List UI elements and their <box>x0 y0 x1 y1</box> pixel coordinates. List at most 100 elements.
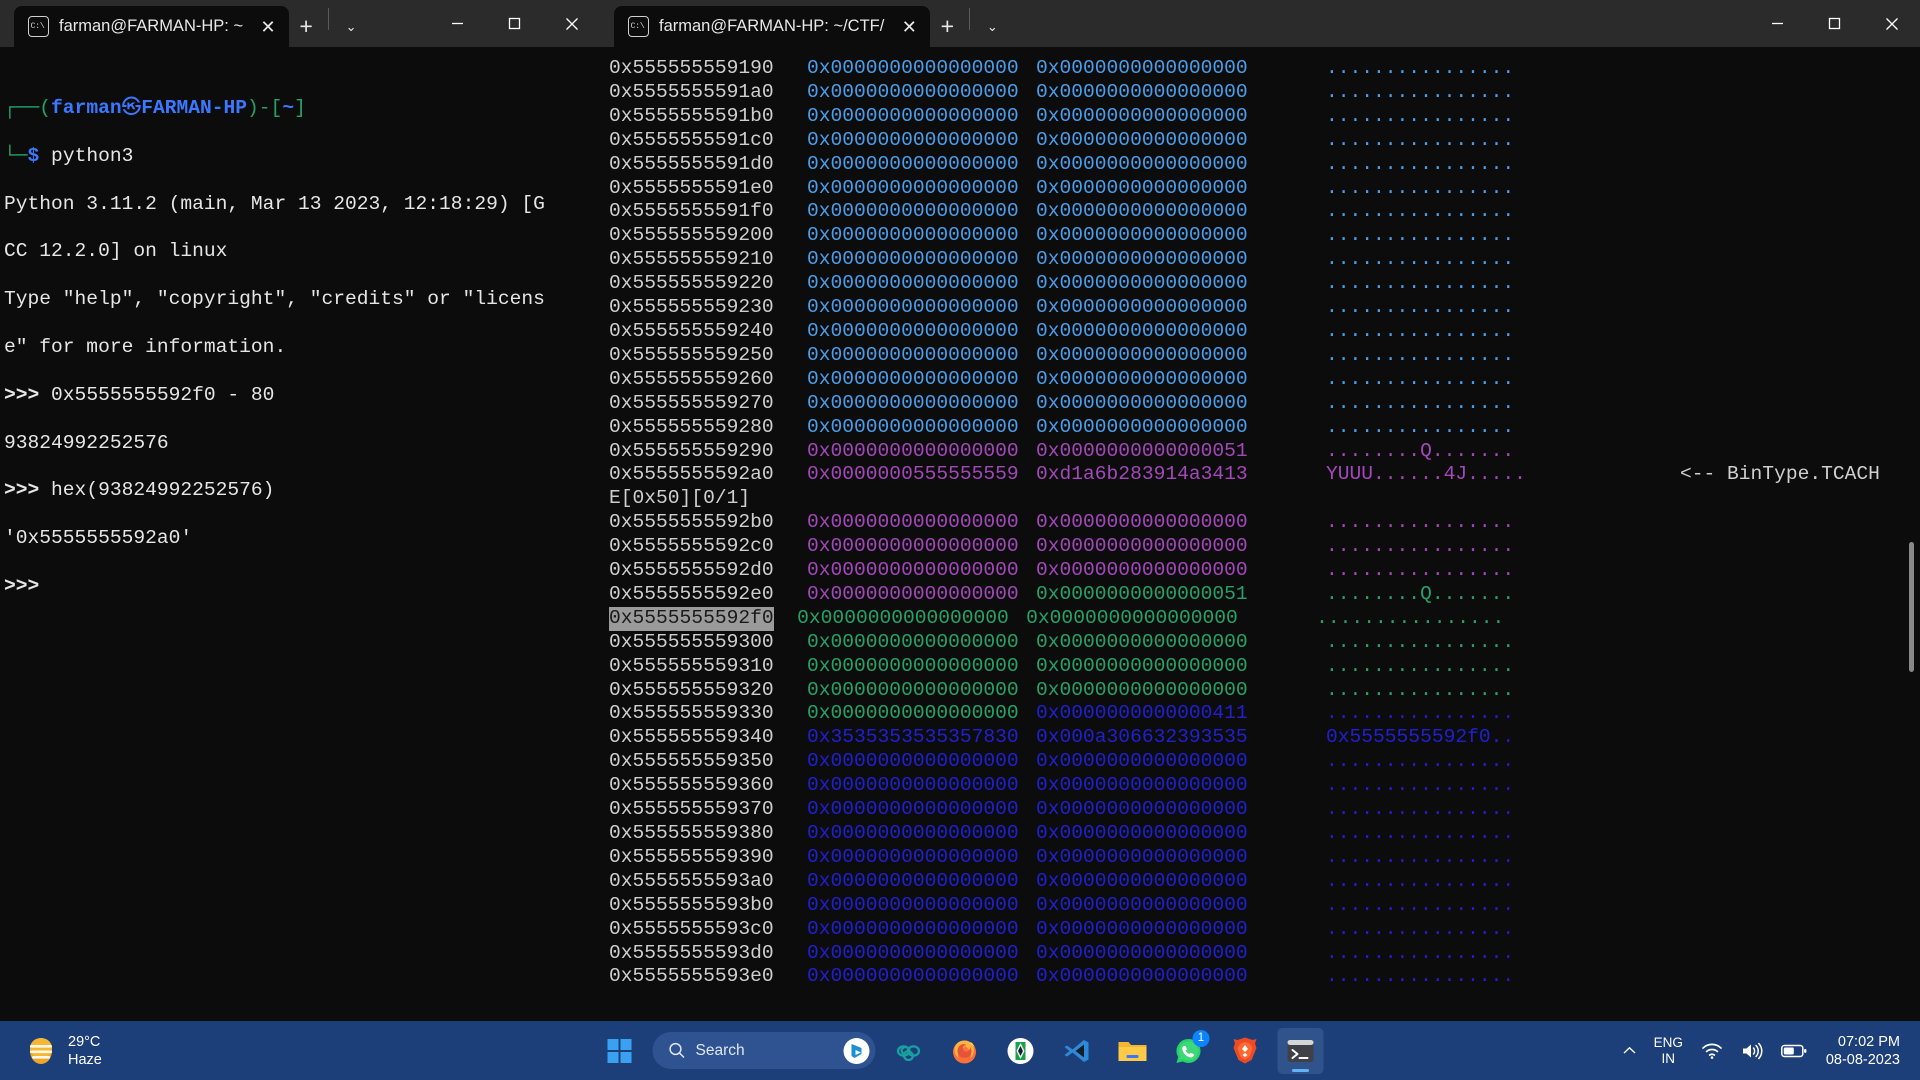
terminal-profile-icon <box>28 16 49 37</box>
tab-dropdown-icon[interactable]: ⌄ <box>975 6 1009 47</box>
right-titlebar[interactable]: farman@FARMAN-HP: ~/CTF/ ✕ + ⌄ <box>600 0 1920 47</box>
hexdump-row: 0x5555555591b0 0x0000000000000000 0x000000… <box>609 105 1920 129</box>
hexdump-row: 0x555555559300 0x0000000000000000 0x000000… <box>609 631 1920 655</box>
bing-chat-icon[interactable] <box>843 1037 870 1064</box>
hexdump-address: 0x555555559290 <box>609 439 774 462</box>
hexdump-address: 0x5555555591e0 <box>609 176 774 199</box>
terminal-scrollbar[interactable] <box>1906 47 1918 1021</box>
hexdump-word-1: 0x0000000000000000 <box>807 654 1019 677</box>
hexdump-address: 0x555555559370 <box>609 798 774 821</box>
clock-time: 07:02 PM <box>1837 1033 1900 1050</box>
anydesk-icon[interactable] <box>998 1028 1044 1074</box>
wifi-button[interactable] <box>1692 1021 1732 1080</box>
tab-dropdown-icon[interactable]: ⌄ <box>334 6 368 47</box>
prompt-bracket-mid: )-[ <box>247 96 283 119</box>
hexdump-word-2: 0x0000000000000000 <box>1036 319 1248 342</box>
language-region: IN <box>1661 1050 1675 1066</box>
hexdump-word-1: 0x0000000000000000 <box>807 822 1019 844</box>
hexdump-address: 0x5555555593e0 <box>609 965 774 988</box>
battery-button[interactable] <box>1772 1021 1816 1080</box>
hexdump-ascii: 0x5555555592f0.. <box>1326 726 1515 749</box>
left-terminal-body[interactable]: ┌──(farman㉿FARMAN-HP)-[~] └─$ python3 Py… <box>0 47 600 1021</box>
hexdump-ascii: ................ <box>1326 176 1515 199</box>
file-explorer-icon[interactable] <box>1110 1028 1156 1074</box>
hexdump-word-2: 0x0000000000000000 <box>1036 248 1248 271</box>
hexdump-word-1: 0x0000000000000000 <box>807 57 1019 79</box>
hexdump-row: 0x555555559340 0x3535353535357830 0x000a30… <box>609 726 1920 750</box>
hexdump-ascii: ................ <box>1326 559 1515 582</box>
show-hidden-icons-button[interactable] <box>1614 1021 1645 1080</box>
hexdump-word-1: 0x0000000000000000 <box>807 80 1019 103</box>
tab-close-icon[interactable]: ✕ <box>253 12 283 42</box>
start-button[interactable] <box>597 1028 643 1074</box>
hexdump-address: 0x555555559310 <box>609 654 774 677</box>
terminal-scrollbar-thumb[interactable] <box>1909 542 1914 672</box>
hexdump-ascii: ................ <box>1326 678 1515 701</box>
terminal-icon[interactable] <box>1277 1027 1324 1074</box>
tab-farman-home[interactable]: farman@FARMAN-HP: ~ ✕ <box>14 6 290 47</box>
hexdump-row: 0x555555559360 0x0000000000000000 0x000000… <box>609 774 1920 798</box>
terminal-window-left: farman@FARMAN-HP: ~ ✕ + ⌄ ┌──(farman㉿ <box>0 0 600 1021</box>
maximize-button[interactable] <box>486 0 543 47</box>
weather-widget[interactable]: 29°C Haze <box>24 1033 102 1069</box>
search-icon <box>669 1042 685 1059</box>
left-titlebar[interactable]: farman@FARMAN-HP: ~ ✕ + ⌄ <box>0 0 600 47</box>
hexdump-row: 0x5555555592c0 0x0000000000000000 0x000000… <box>609 535 1920 559</box>
hexdump-address: 0x555555559260 <box>609 367 774 390</box>
hexdump-ascii: ................ <box>1326 750 1515 773</box>
tabstrip-divider <box>969 8 971 30</box>
volume-button[interactable] <box>1732 1021 1772 1080</box>
firefox-icon[interactable] <box>942 1028 988 1074</box>
weather-condition: Haze <box>68 1051 102 1068</box>
hexdump-address: 0x5555555592c0 <box>609 535 774 558</box>
python-result-1: 93824992252576 <box>4 431 169 454</box>
hexdump-address: 0x555555559300 <box>609 630 774 653</box>
hexdump-word-1: 0x0000000000000000 <box>807 630 1019 653</box>
hexdump-row: 0x5555555591a0 0x0000000000000000 0x000000… <box>609 81 1920 105</box>
new-tab-button[interactable]: + <box>289 6 323 47</box>
prompt-bracket-close: ] <box>294 96 306 119</box>
hexdump-output[interactable]: 0x555555559190 0x0000000000000000 0x000000… <box>600 47 1920 1021</box>
close-button[interactable] <box>543 0 600 47</box>
hexdump-address: 0x555555559380 <box>609 822 774 844</box>
hexdump-address: 0x5555555591f0 <box>609 200 774 223</box>
python-input-line-1: >>> 0x5555555592f0 - 80 <box>4 384 600 408</box>
battery-icon <box>1780 1044 1807 1057</box>
maximize-button[interactable] <box>1806 0 1863 47</box>
hexdump-address: 0x555555559200 <box>609 224 774 247</box>
tab-farman-ctf[interactable]: farman@FARMAN-HP: ~/CTF/ ✕ <box>614 6 931 47</box>
close-button[interactable] <box>1863 0 1920 47</box>
right-window-controls <box>1749 0 1920 47</box>
hexdump-word-1: 0x0000000000000000 <box>807 128 1019 151</box>
hexdump-row: 0x555555559240 0x0000000000000000 0x000000… <box>609 320 1920 344</box>
hexdump-address: 0x555555559220 <box>609 272 774 295</box>
hexdump-word-1: 0x0000000000000000 <box>807 702 1019 725</box>
hexdump-address: 0x555555559240 <box>609 319 774 342</box>
whatsapp-icon[interactable]: 1 <box>1166 1028 1212 1074</box>
python-banner-line-4: e" for more information. <box>4 335 287 358</box>
hexdump-row: 0x5555555593c0 0x0000000000000000 0x000000… <box>609 918 1920 942</box>
hexdump-word-1: 0x0000000000000000 <box>807 965 1019 988</box>
new-tab-button[interactable]: + <box>930 6 964 47</box>
vscode-icon[interactable] <box>1054 1028 1100 1074</box>
search-input[interactable]: Search <box>652 1032 876 1069</box>
hexdump-word-2: 0x0000000000000000 <box>1036 774 1248 797</box>
tab-close-icon[interactable]: ✕ <box>894 12 924 42</box>
hexdump-address: 0x555555559210 <box>609 248 774 271</box>
minimize-button[interactable] <box>429 0 486 47</box>
hexdump-address: 0x5555555593d0 <box>609 941 774 964</box>
brave-icon[interactable] <box>1222 1028 1268 1074</box>
hexdump-address: 0x555555559270 <box>609 391 774 414</box>
brave-logo-icon <box>1233 1037 1256 1064</box>
clock-button[interactable]: 07:02 PM 08-08-2023 <box>1816 1033 1906 1069</box>
hexdump-address: 0x555555559250 <box>609 343 774 366</box>
hexdump-address: 0x5555555592e0 <box>609 582 774 605</box>
language-indicator[interactable]: ENG IN <box>1645 1021 1692 1080</box>
language-primary: ENG <box>1653 1034 1683 1050</box>
hexdump-ascii: ........Q....... <box>1326 439 1515 462</box>
hexdump-row: 0x555555559330 0x0000000000000000 0x000000… <box>609 702 1920 726</box>
hexdump-word-1: 0x0000000000000000 <box>797 606 1009 629</box>
minimize-button[interactable] <box>1749 0 1806 47</box>
copilot-icon[interactable] <box>886 1028 932 1074</box>
hexdump-address: 0x555555559340 <box>609 726 774 749</box>
